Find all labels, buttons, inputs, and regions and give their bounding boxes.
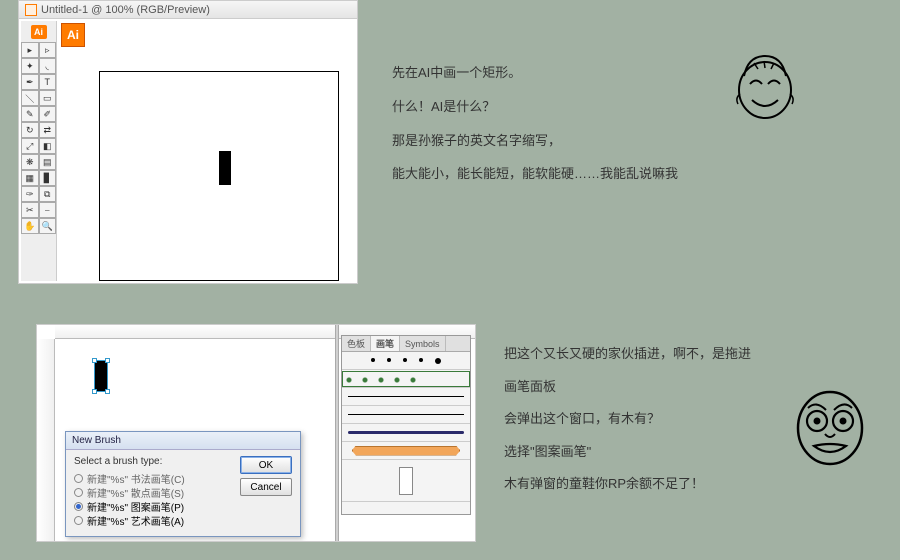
- illustrator-window-1: Untitled-1 @ 100% (RGB/Preview) Ai Ai ▸▹…: [18, 0, 358, 284]
- brush-preset-ornament[interactable]: [342, 370, 470, 388]
- scale-tool-icon[interactable]: ⤢: [21, 138, 39, 154]
- eyedropper-tool-icon[interactable]: ✑: [21, 186, 39, 202]
- selection-handle[interactable]: [92, 389, 97, 394]
- radio-label: 新建"%s" 散点画笔(S): [87, 485, 184, 500]
- title-bar: Untitled-1 @ 100% (RGB/Preview): [19, 1, 357, 19]
- zoom-tool-icon[interactable]: 🔍: [39, 218, 57, 234]
- brush-preset-thin-line[interactable]: [342, 388, 470, 406]
- rage-face-gusta-icon: [792, 388, 868, 468]
- radio-pattern[interactable]: 新建"%s" 图案画笔(P): [74, 499, 292, 513]
- lasso-tool-icon[interactable]: ◟: [39, 58, 57, 74]
- magic-wand-tool-icon[interactable]: ✦: [21, 58, 39, 74]
- hand-tool-icon[interactable]: ✋: [21, 218, 39, 234]
- drawn-rectangle[interactable]: [219, 151, 231, 185]
- selection-handle[interactable]: [92, 358, 97, 363]
- caption-line: 木有弹窗的童鞋你RP余额不足了！: [504, 468, 784, 501]
- rage-face-content-icon: [734, 50, 796, 120]
- brush-preset-rough[interactable]: [342, 424, 470, 442]
- brush-preset-calligraphic[interactable]: [342, 352, 470, 370]
- line-tool-icon[interactable]: ＼: [21, 90, 39, 106]
- reflect-tool-icon[interactable]: ⇄: [39, 122, 57, 138]
- panel-tabs: 色板 画笔 Symbols: [342, 336, 470, 352]
- ai-badge-icon: Ai: [31, 25, 47, 39]
- scissors-tool-icon[interactable]: ⎯: [39, 202, 57, 218]
- new-brush-dialog: New Brush Select a brush type: 新建"%s" 书法…: [65, 431, 301, 537]
- blend-tool-icon[interactable]: ⧉: [39, 186, 57, 202]
- slice-tool-icon[interactable]: ✂: [21, 202, 39, 218]
- brush-preset-pattern[interactable]: [342, 460, 470, 502]
- type-tool-icon[interactable]: T: [39, 74, 57, 90]
- tools-panel[interactable]: Ai ▸▹ ✦◟ ✒T ＼▭ ✎✐ ↻⇄ ⤢◧ ❋▤ ▦▊ ✑⧉ ✂⎯ ✋🔍: [21, 21, 57, 281]
- rotate-tool-icon[interactable]: ↻: [21, 122, 39, 138]
- tab-brushes[interactable]: 画笔: [371, 336, 400, 351]
- rectangle-tool-icon[interactable]: ▭: [39, 90, 57, 106]
- symbol-tool-icon[interactable]: ❋: [21, 154, 39, 170]
- brushes-panel: 色板 画笔 Symbols: [341, 335, 471, 515]
- tab-swatches[interactable]: 色板: [342, 336, 371, 351]
- radio-art[interactable]: 新建"%s" 艺术画笔(A): [74, 513, 292, 527]
- radio-label: 新建"%s" 书法画笔(C): [87, 471, 185, 486]
- tab-symbols[interactable]: Symbols: [400, 336, 446, 351]
- selection-handle[interactable]: [105, 358, 110, 363]
- caption-line: 先在AI中画一个矩形。: [392, 56, 732, 90]
- panel-divider[interactable]: [335, 325, 339, 541]
- ok-button[interactable]: OK: [240, 456, 292, 474]
- selection-handle[interactable]: [105, 389, 110, 394]
- brush-preset-thin-line-2[interactable]: [342, 406, 470, 424]
- section1-caption: 先在AI中画一个矩形。 什么！AI是什么？ 那是孙猴子的英文名字缩写， 能大能小…: [392, 56, 732, 191]
- illustrator-window-2: 色板 画笔 Symbols New Brush Select a brush t…: [36, 324, 476, 542]
- brush-preset-banner[interactable]: [342, 442, 470, 460]
- caption-line: 选择"图案画笔": [504, 436, 784, 469]
- brush-tool-icon[interactable]: ✎: [21, 106, 39, 122]
- gradient-tool-icon[interactable]: ▊: [39, 170, 57, 186]
- radio-label: 新建"%s" 艺术画笔(A): [87, 513, 184, 528]
- document-icon: [25, 4, 37, 16]
- direct-select-tool-icon[interactable]: ▹: [39, 42, 57, 58]
- pen-tool-icon[interactable]: ✒: [21, 74, 39, 90]
- ai-logo-icon: Ai: [61, 23, 85, 47]
- mesh-tool-icon[interactable]: ▦: [21, 170, 39, 186]
- selected-rectangle[interactable]: [95, 361, 107, 391]
- radio-label: 新建"%s" 图案画笔(P): [87, 499, 184, 514]
- selection-tool-icon[interactable]: ▸: [21, 42, 39, 58]
- graph-tool-icon[interactable]: ▤: [39, 154, 57, 170]
- cancel-button[interactable]: Cancel: [240, 478, 292, 496]
- free-transform-tool-icon[interactable]: ◧: [39, 138, 57, 154]
- caption-line: 画笔面板: [504, 371, 784, 404]
- dialog-title: New Brush: [66, 432, 300, 450]
- pencil-tool-icon[interactable]: ✐: [39, 106, 57, 122]
- caption-line: 会弹出这个窗口，有木有？: [504, 403, 784, 436]
- section2-caption: 把这个又长又硬的家伙插进，啊不，是拖进 画笔面板 会弹出这个窗口，有木有？ 选择…: [504, 338, 784, 501]
- window-title: Untitled-1 @ 100% (RGB/Preview): [41, 4, 210, 16]
- ruler-vertical: [37, 339, 55, 541]
- caption-line: 那是孙猴子的英文名字缩写，: [392, 124, 732, 158]
- caption-line: 什么！AI是什么？: [392, 90, 732, 124]
- caption-line: 能大能小，能长能短，能软能硬……我能乱说嘛我: [392, 157, 732, 191]
- caption-line: 把这个又长又硬的家伙插进，啊不，是拖进: [504, 338, 784, 371]
